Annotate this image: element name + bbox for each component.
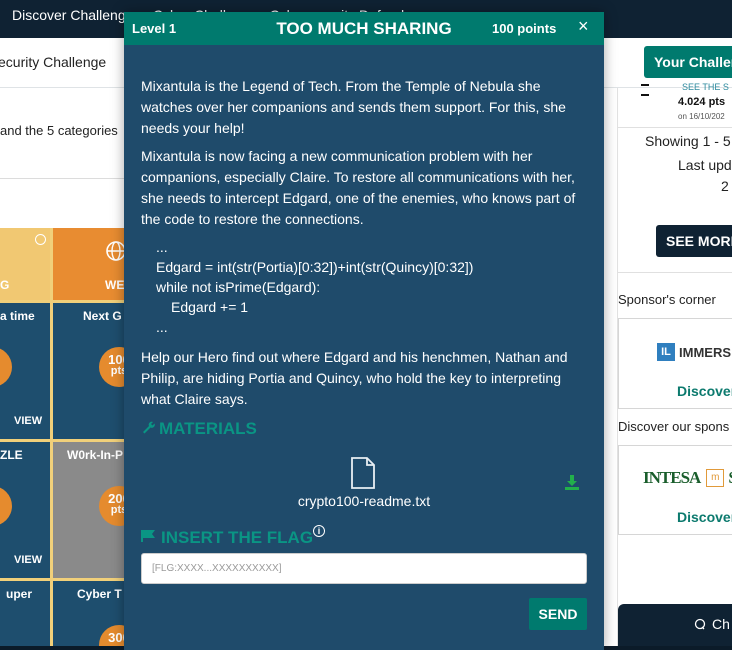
materials-heading: MATERIALS: [141, 419, 257, 439]
tile-title: WE: [105, 278, 124, 292]
see-more-button[interactable]: SEE MORE: [656, 225, 732, 257]
discover-sponsors-title: Discover our spons: [618, 419, 730, 434]
your-challenges-button[interactable]: Your Challenges: [644, 46, 732, 78]
discover-link[interactable]: Discover: [677, 383, 732, 399]
tile-title: uper: [6, 587, 33, 601]
insert-flag-title: INSERT THE FLAG: [161, 528, 314, 547]
code-block: ... Edgard = int(str(Portia)[0:32])+int(…: [156, 237, 473, 337]
info-icon[interactable]: i: [313, 525, 325, 537]
points-label: 100 points: [492, 21, 557, 36]
download-icon[interactable]: [563, 473, 581, 491]
code-line: ...: [156, 239, 168, 255]
points-badge: 200 pts: [99, 486, 124, 526]
modal-header: Level 1 TOO MUCH SHARING 100 points ×: [124, 12, 604, 45]
sponsor-logo-text: IMMERS: [679, 344, 731, 360]
view-link[interactable]: VIEW: [14, 554, 42, 566]
points-unit: pts: [110, 365, 124, 377]
tile-title: a time: [0, 309, 35, 323]
sponsor-logo: INTESA m S: [643, 468, 732, 488]
points-badge: [0, 486, 12, 526]
tile-title: Next G: [83, 309, 122, 323]
chat-label: Ch: [712, 616, 730, 632]
intro-text: and the 5 categories: [0, 123, 118, 138]
points-value: 300: [108, 630, 124, 645]
sponsor-card[interactable]: INTESA m S Discover: [618, 445, 732, 535]
rank-markers: [641, 84, 651, 104]
code-line: while not isPrime(Edgard):: [156, 279, 321, 295]
sponsor-logo: IL IMMERS: [657, 343, 731, 361]
challenge-tile[interactable]: G: [0, 228, 50, 300]
sponsor-logo-mark: IL: [657, 343, 675, 361]
chat-button[interactable]: Ch: [618, 604, 732, 650]
divider: [0, 178, 124, 179]
wrench-icon: [143, 421, 155, 434]
sponsor-logo-letter: S: [728, 468, 732, 488]
challenge-tile[interactable]: ZLE VIEW: [0, 442, 50, 578]
tile-title: W0rk-In-P: [67, 448, 124, 462]
description-paragraph: Help our Hero find out where Edgard and …: [141, 349, 568, 407]
file-name[interactable]: crypto100-readme.txt: [124, 493, 604, 509]
sponsor-corner-title: Sponsor's corner: [618, 292, 716, 307]
challenge-tile[interactable]: Cyber T 300: [53, 581, 124, 650]
points-date: on 16/10/202: [678, 112, 725, 121]
see-scoreboard-link[interactable]: SEE THE S: [682, 82, 729, 92]
discover-link[interactable]: Discover: [677, 509, 732, 525]
view-link[interactable]: VIEW: [14, 415, 42, 427]
sponsor-logo-text: INTESA: [643, 468, 701, 487]
breadcrumb: ecurity Challenge: [0, 54, 107, 70]
points-value: 4.024 pts: [678, 96, 726, 108]
code-line: ...: [156, 319, 168, 335]
challenge-tile[interactable]: uper: [0, 581, 50, 650]
sponsor-logo-mark: m: [706, 469, 725, 487]
chat-icon: [694, 618, 706, 630]
tile-title: Cyber T: [77, 587, 122, 601]
divider: [618, 272, 732, 273]
code-line: Edgard = int(str(Portia)[0:32])+int(str(…: [156, 259, 474, 275]
points-badge: [0, 347, 12, 387]
last-updated-value: 2: [721, 178, 729, 194]
send-button[interactable]: SEND: [529, 598, 587, 630]
last-updated-label: Last upd: [678, 157, 732, 173]
description-paragraph: Mixantula is now facing a new communicat…: [141, 148, 576, 227]
tile-title: ZLE: [0, 448, 23, 462]
challenge-tile[interactable]: WE: [53, 228, 124, 300]
flag-icon: [141, 530, 155, 542]
challenge-tile[interactable]: Next G 100 pts: [53, 303, 124, 439]
points-unit: pts: [110, 504, 124, 516]
showing-count: Showing 1 - 5: [645, 133, 731, 149]
challenge-tile[interactable]: W0rk-In-P 200 pts: [53, 442, 124, 578]
insert-flag-heading: INSERT THE FLAG: [141, 528, 313, 548]
tile-title: G: [0, 278, 10, 292]
sponsor-card[interactable]: IL IMMERS Discover: [618, 318, 732, 409]
divider: [618, 127, 732, 128]
description-paragraph: Mixantula is the Legend of Tech. From th…: [141, 78, 566, 136]
challenge-tile[interactable]: a time VIEW: [0, 303, 50, 439]
challenge-grid: G WE a time VIEW Next G 100 pts ZLE VIEW…: [0, 228, 124, 650]
globe-icon: [106, 241, 124, 261]
flag-input[interactable]: [141, 553, 587, 584]
challenge-modal: Level 1 TOO MUCH SHARING 100 points × Mi…: [124, 12, 604, 650]
materials-title: MATERIALS: [159, 419, 257, 438]
points-badge: 100 pts: [99, 347, 124, 387]
file-icon: [351, 457, 375, 489]
close-icon[interactable]: ×: [578, 16, 589, 37]
code-line: Edgard += 1: [171, 299, 249, 315]
info-icon[interactable]: [35, 234, 46, 245]
